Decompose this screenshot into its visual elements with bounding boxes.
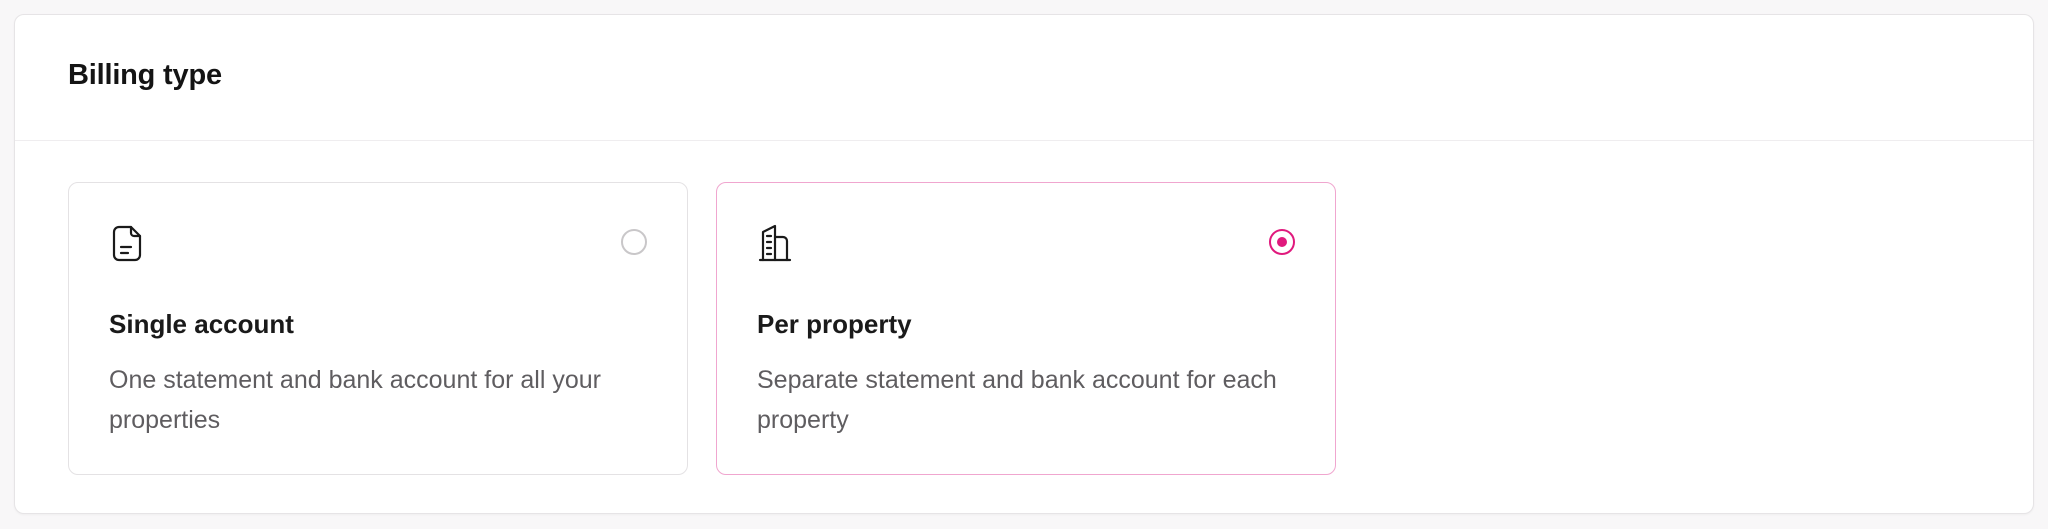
document-icon [112,225,142,262]
billing-type-panel: Billing type Single account One statemen… [14,14,2034,514]
billing-options: Single account One statement and bank ac… [68,182,1336,475]
option-title: Single account [109,309,294,339]
option-description: One statement and bank account for all y… [109,366,601,434]
building-icon [758,224,792,262]
option-title: Per property [757,309,912,339]
option-description: Separate statement and bank account for … [757,366,1277,434]
panel-header: Billing type [15,15,2033,141]
option-single-account[interactable]: Single account One statement and bank ac… [68,182,688,475]
panel-title: Billing type [68,59,222,91]
radio-per-property[interactable] [1269,229,1295,255]
radio-single-account[interactable] [621,229,647,255]
option-per-property[interactable]: Per property Separate statement and bank… [716,182,1336,475]
